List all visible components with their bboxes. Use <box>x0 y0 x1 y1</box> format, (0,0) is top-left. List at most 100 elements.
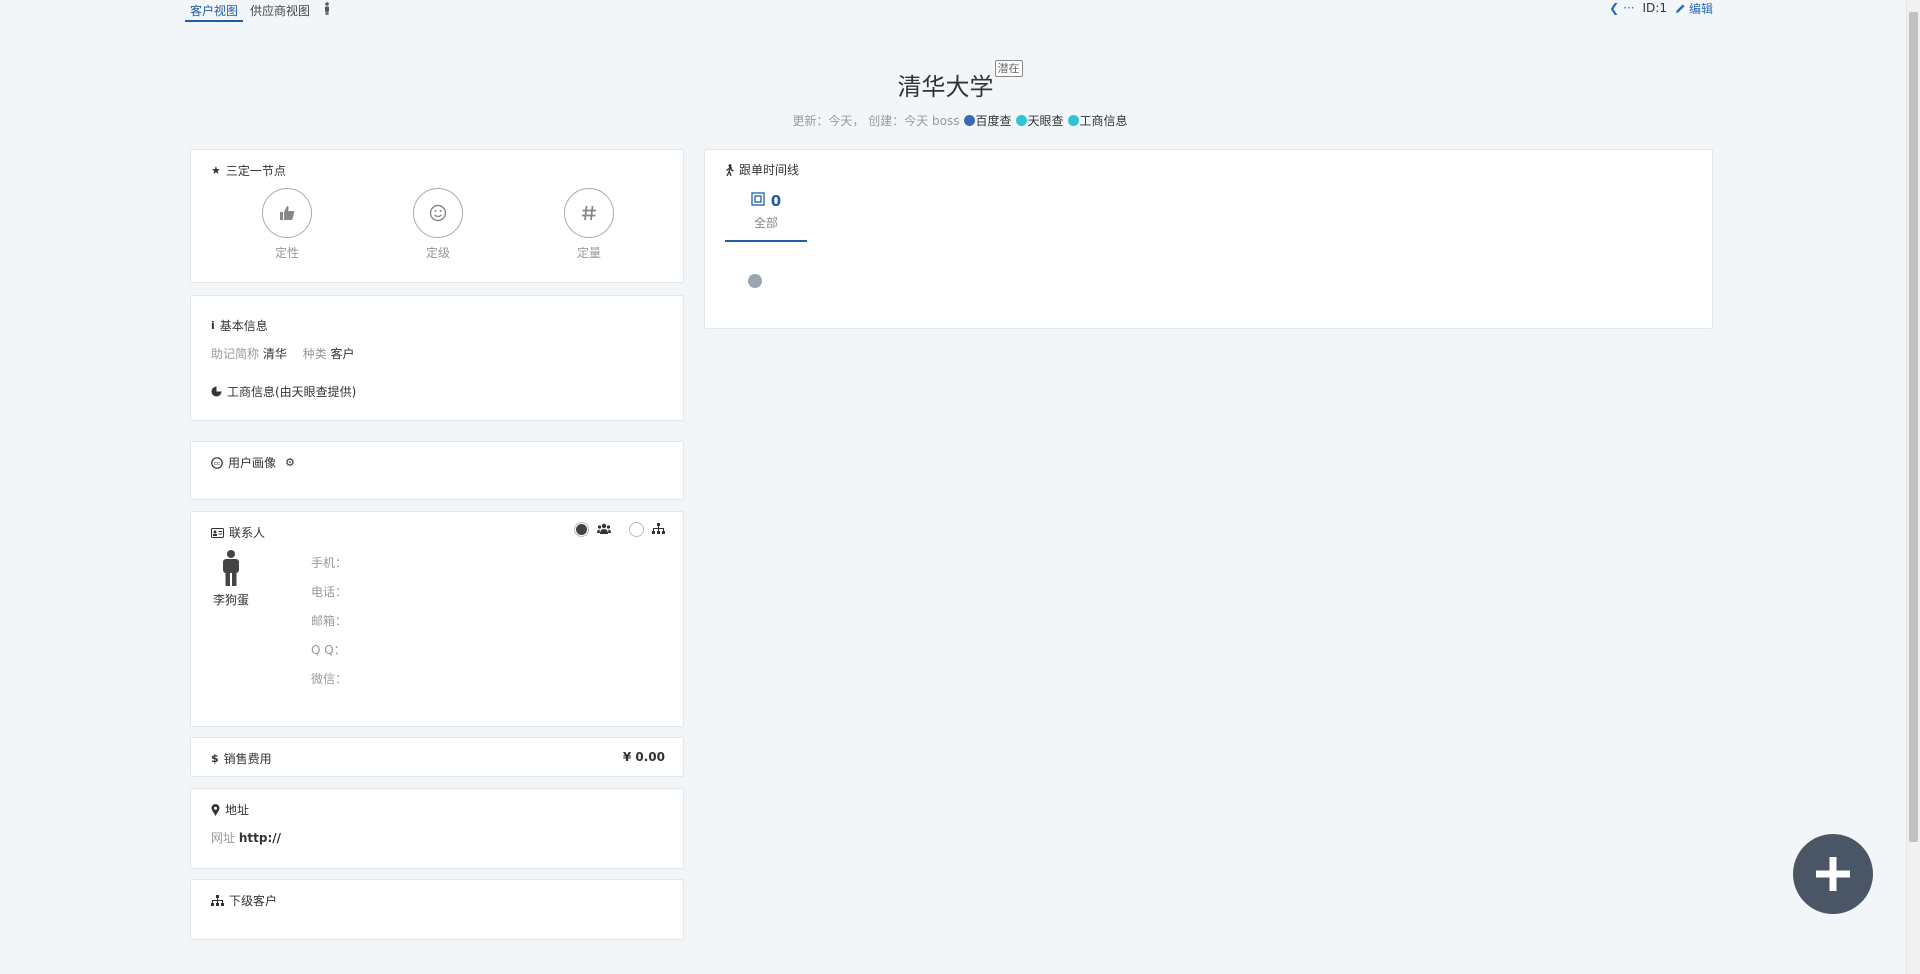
timeline-tab-all[interactable]: 0 全部 <box>725 192 807 242</box>
contact-view-toggles <box>574 522 665 537</box>
website-value[interactable]: http:// <box>239 831 281 845</box>
gear-icon[interactable]: ⚙ <box>285 456 295 469</box>
email-field: 邮箱： <box>311 614 348 628</box>
contacts-panel: 联系人 李狗蛋 手机： 电话： 邮箱： Q Q： 微信： <box>190 511 684 727</box>
basic-info-title: i 基本信息 <box>211 317 268 334</box>
nodes-panel: ★ 三定一节点 定性 定级 定量 <box>190 149 684 283</box>
baidu-label: 百度查 <box>975 114 1012 128</box>
walking-icon <box>725 163 734 176</box>
tab-supplier-view[interactable]: 供应商视图 <box>245 0 315 22</box>
header-meta: 更新：今天， 创建：今天 boss 百度查 天眼查 工商信息 <box>0 112 1920 129</box>
user-portrait-title: cc 用户画像 ⚙ <box>211 454 295 471</box>
hash-icon[interactable] <box>564 188 614 238</box>
plus-icon <box>1816 857 1850 891</box>
sub-customers-title: 下级客户 <box>211 892 277 909</box>
business-info-link[interactable]: 工商信息 <box>1067 112 1128 129</box>
timeline-label: 跟单时间线 <box>739 163 800 177</box>
top-actions: ❮ ··· ID:1 编辑 <box>1609 0 1713 16</box>
timeline-count: 0 <box>725 192 807 210</box>
type-value: 客户 <box>330 347 355 361</box>
type-label: 种类 <box>302 347 327 361</box>
more-label: ··· <box>1623 1 1635 15</box>
top-bar: 客户视图 供应商视图 ❮ ··· ID:1 编辑 <box>185 0 1713 24</box>
business-info-icon <box>1067 115 1079 126</box>
sitemap-icon <box>211 895 224 906</box>
nodes-title-label: 三定一节点 <box>225 164 286 178</box>
node-quantity[interactable]: 定量 <box>549 188 629 261</box>
timeline-panel: 跟单时间线 0 全部 <box>704 149 1713 329</box>
business-info-label: 工商信息 <box>1079 114 1128 128</box>
cc-icon: cc <box>211 456 223 469</box>
website-label: 网址 <box>211 831 236 845</box>
back-button[interactable]: ❮ ··· <box>1609 1 1634 15</box>
record-id: ID:1 <box>1642 1 1667 15</box>
phone-field: 电话： <box>311 585 348 599</box>
pencil-icon <box>1675 3 1685 13</box>
address-label: 地址 <box>225 803 250 817</box>
sales-cost-title: $ 销售费用 <box>211 750 272 767</box>
sales-cost-panel: $ 销售费用 ¥ 0.00 <box>190 737 684 777</box>
user-portrait-label: 用户画像 <box>228 456 277 470</box>
node-label: 定性 <box>274 246 299 260</box>
sitemap-icon <box>652 522 665 537</box>
contact-card-icon <box>211 527 224 538</box>
node-qualitative[interactable]: 定性 <box>247 188 327 261</box>
phone-mobile-field: 手机： <box>311 556 348 570</box>
info-icon: i <box>211 319 215 332</box>
user-portrait-panel: cc 用户画像 ⚙ <box>190 441 684 500</box>
tianyancha-label: 天眼查 <box>1027 114 1064 128</box>
contact-person[interactable]: 李狗蛋 <box>211 550 251 608</box>
vertical-scrollbar[interactable] <box>1906 0 1920 974</box>
sub-customers-panel: 下级客户 <box>190 879 684 940</box>
baidu-link[interactable]: 百度查 <box>963 112 1012 129</box>
sales-cost-amount: ¥ 0.00 <box>622 750 665 764</box>
pie-chart-icon <box>211 386 222 397</box>
business-info-label: 工商信息(由天眼查提供) <box>227 385 357 399</box>
business-info-row[interactable]: 工商信息(由天眼查提供) <box>211 383 356 400</box>
page-header: 清华大学 潜在 更新：今天， 创建：今天 boss 百度查 天眼查 工商信息 <box>0 60 1920 129</box>
timeline-dot <box>748 274 762 288</box>
tree-view-radio[interactable] <box>629 522 644 537</box>
timeline-tab-label: 全部 <box>753 216 778 230</box>
website-row: 网址 http:// <box>211 829 293 846</box>
basic-info-label: 基本信息 <box>219 319 268 333</box>
contacts-label: 联系人 <box>229 526 266 540</box>
edit-label: 编辑 <box>1688 1 1713 16</box>
users-icon <box>597 523 611 537</box>
node-label: 定级 <box>425 246 450 260</box>
person-view-icon[interactable] <box>317 0 337 20</box>
mnemonic-value: 清华 <box>262 347 287 361</box>
basic-info-panel: i 基本信息 助记简称 清华 种类 客户 工商信息(由天眼查提供) <box>190 295 684 421</box>
edit-button[interactable]: 编辑 <box>1675 0 1713 17</box>
address-title: 地址 <box>211 801 249 818</box>
map-marker-icon <box>211 803 220 816</box>
qq-field: Q Q： <box>311 643 346 657</box>
page-title: 清华大学 <box>897 73 994 101</box>
basic-info-values: 助记简称 清华 种类 客户 <box>211 345 367 362</box>
wechat-field: 微信： <box>311 672 348 686</box>
tianyancha-link[interactable]: 天眼查 <box>1015 112 1064 129</box>
person-icon <box>223 550 239 586</box>
contact-fields: 手机： 电话： 邮箱： Q Q： 微信： <box>311 554 347 699</box>
scrollbar-thumb[interactable] <box>1909 12 1918 842</box>
nodes-panel-title: ★ 三定一节点 <box>211 162 286 179</box>
contacts-title: 联系人 <box>211 524 265 541</box>
smile-icon[interactable] <box>413 188 463 238</box>
tianyancha-icon <box>1015 115 1027 126</box>
meta-text: 更新：今天， 创建：今天 boss <box>792 114 960 128</box>
view-tabs: 客户视图 供应商视图 <box>185 0 337 22</box>
chevron-left-icon: ❮ <box>1609 1 1620 15</box>
sales-cost-label: 销售费用 <box>223 752 272 766</box>
add-button[interactable] <box>1793 834 1873 914</box>
timeline-title: 跟单时间线 <box>725 161 799 178</box>
timeline-count-value: 0 <box>770 192 782 210</box>
group-view-radio[interactable] <box>574 522 589 537</box>
address-panel: 地址 网址 http:// <box>190 788 684 869</box>
baidu-icon <box>963 115 975 126</box>
node-grade[interactable]: 定级 <box>398 188 478 261</box>
thumbs-up-icon[interactable] <box>262 188 312 238</box>
svg-text:cc: cc <box>214 461 220 467</box>
status-badge: 潜在 <box>994 60 1023 77</box>
dollar-icon: $ <box>211 752 219 765</box>
tab-customer-view[interactable]: 客户视图 <box>185 0 244 22</box>
